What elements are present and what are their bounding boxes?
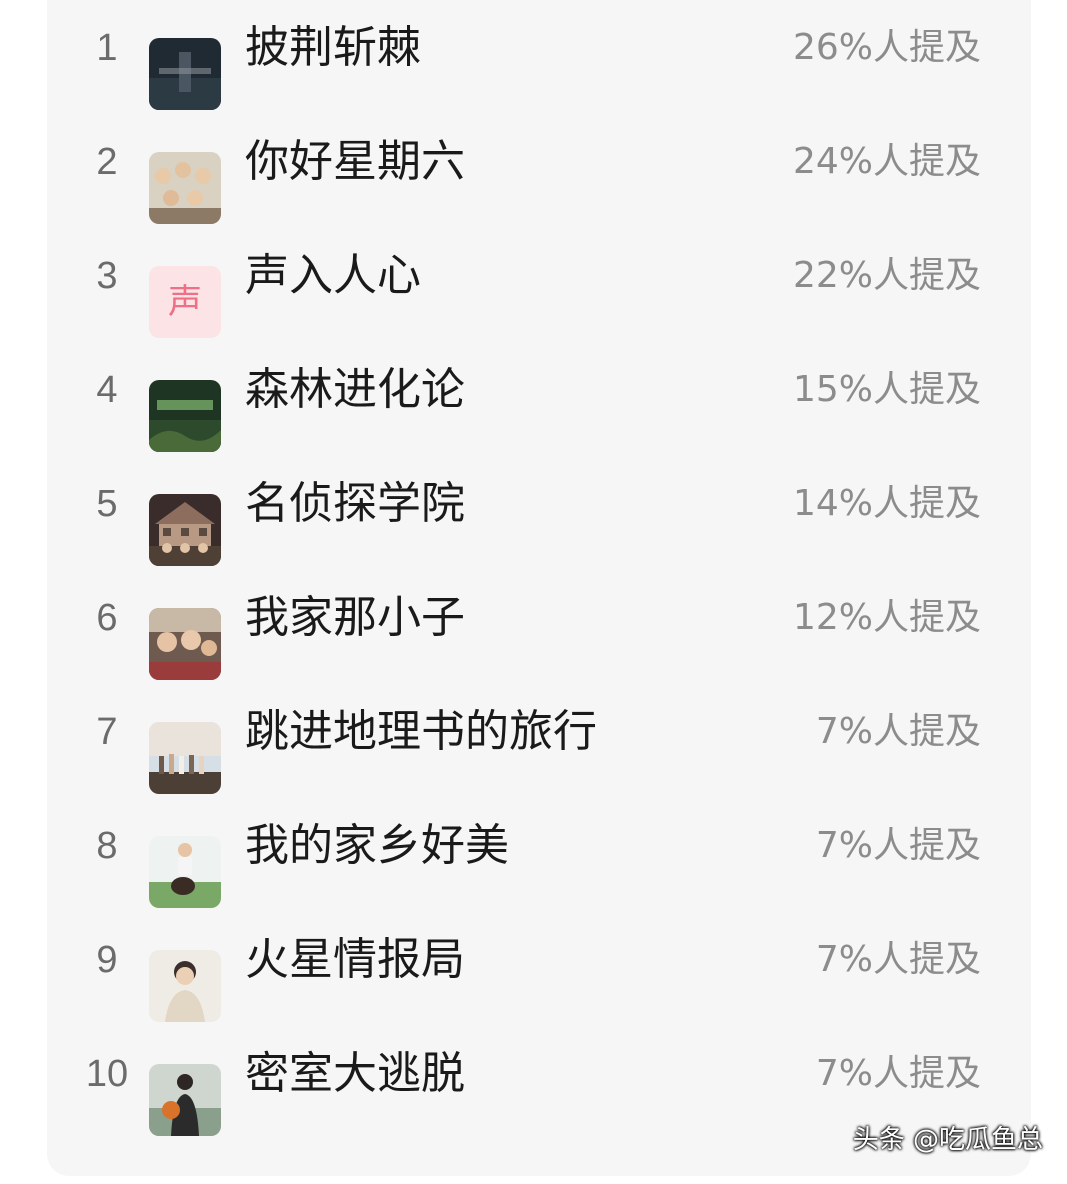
show-title: 名侦探学院 xyxy=(245,478,465,529)
show-title: 你好星期六 xyxy=(245,136,465,187)
mention-rate: 24%人提及 xyxy=(792,141,981,182)
list-item[interactable]: 7 跳进地理书的旅行 7%人提及 xyxy=(47,694,1031,808)
show-title: 火星情报局 xyxy=(245,934,465,985)
mention-rate: 7%人提及 xyxy=(815,825,981,866)
rank-number: 4 xyxy=(96,369,118,411)
show-thumbnail xyxy=(149,1064,221,1136)
rank-number: 8 xyxy=(96,825,118,867)
mention-rate: 15%人提及 xyxy=(792,369,981,410)
show-title: 森林进化论 xyxy=(245,364,465,415)
list-item[interactable]: 4 森林进化论 15%人提及 xyxy=(47,352,1031,466)
list-item[interactable]: 2 你好星期六 24%人提及 xyxy=(47,124,1031,238)
show-title: 声入人心 xyxy=(245,250,421,301)
mention-rate: 12%人提及 xyxy=(792,597,981,638)
show-thumbnail: 声 xyxy=(149,266,221,338)
mention-rate: 7%人提及 xyxy=(815,1053,981,1094)
rank-number: 10 xyxy=(85,1053,129,1095)
mention-rate: 14%人提及 xyxy=(792,483,981,524)
show-thumbnail xyxy=(149,722,221,794)
show-thumbnail xyxy=(149,38,221,110)
show-title: 密室大逃脱 xyxy=(245,1048,465,1099)
rank-number: 2 xyxy=(96,141,118,183)
show-thumbnail xyxy=(149,494,221,566)
rank-number: 9 xyxy=(96,939,118,981)
show-thumbnail xyxy=(149,608,221,680)
show-thumbnail xyxy=(149,836,221,908)
rank-number: 1 xyxy=(96,27,118,69)
show-title: 我的家乡好美 xyxy=(245,820,509,871)
list-item[interactable]: 5 名侦探学院 14%人提及 xyxy=(47,466,1031,580)
watermark-text: 头条 @吃瓜鱼总 xyxy=(852,1125,1043,1155)
show-title: 跳进地理书的旅行 xyxy=(245,706,597,757)
list-item[interactable]: 3 声 声入人心 22%人提及 xyxy=(47,238,1031,352)
list-item[interactable]: 9 火星情报局 7%人提及 xyxy=(47,922,1031,1036)
rank-number: 3 xyxy=(96,255,118,297)
list-item[interactable]: 8 我的家乡好美 7%人提及 xyxy=(47,808,1031,922)
mention-rate: 7%人提及 xyxy=(815,939,981,980)
rank-number: 7 xyxy=(96,711,118,753)
ranking-card: 1 披荆斩棘 26%人提及 2 你好星期六 24%人提及 3 声 声入人心 22… xyxy=(47,0,1031,1176)
show-title: 我家那小子 xyxy=(245,592,465,643)
show-thumbnail xyxy=(149,152,221,224)
list-item[interactable]: 6 我家那小子 12%人提及 xyxy=(47,580,1031,694)
text-badge: 声 xyxy=(149,266,221,338)
show-title: 披荆斩棘 xyxy=(245,22,421,73)
mention-rate: 26%人提及 xyxy=(792,27,981,68)
show-thumbnail xyxy=(149,380,221,452)
mention-rate: 22%人提及 xyxy=(792,255,981,296)
show-thumbnail xyxy=(149,950,221,1022)
rank-number: 5 xyxy=(96,483,118,525)
list-item[interactable]: 1 披荆斩棘 26%人提及 xyxy=(47,10,1031,124)
rank-number: 6 xyxy=(96,597,118,639)
mention-rate: 7%人提及 xyxy=(815,711,981,752)
